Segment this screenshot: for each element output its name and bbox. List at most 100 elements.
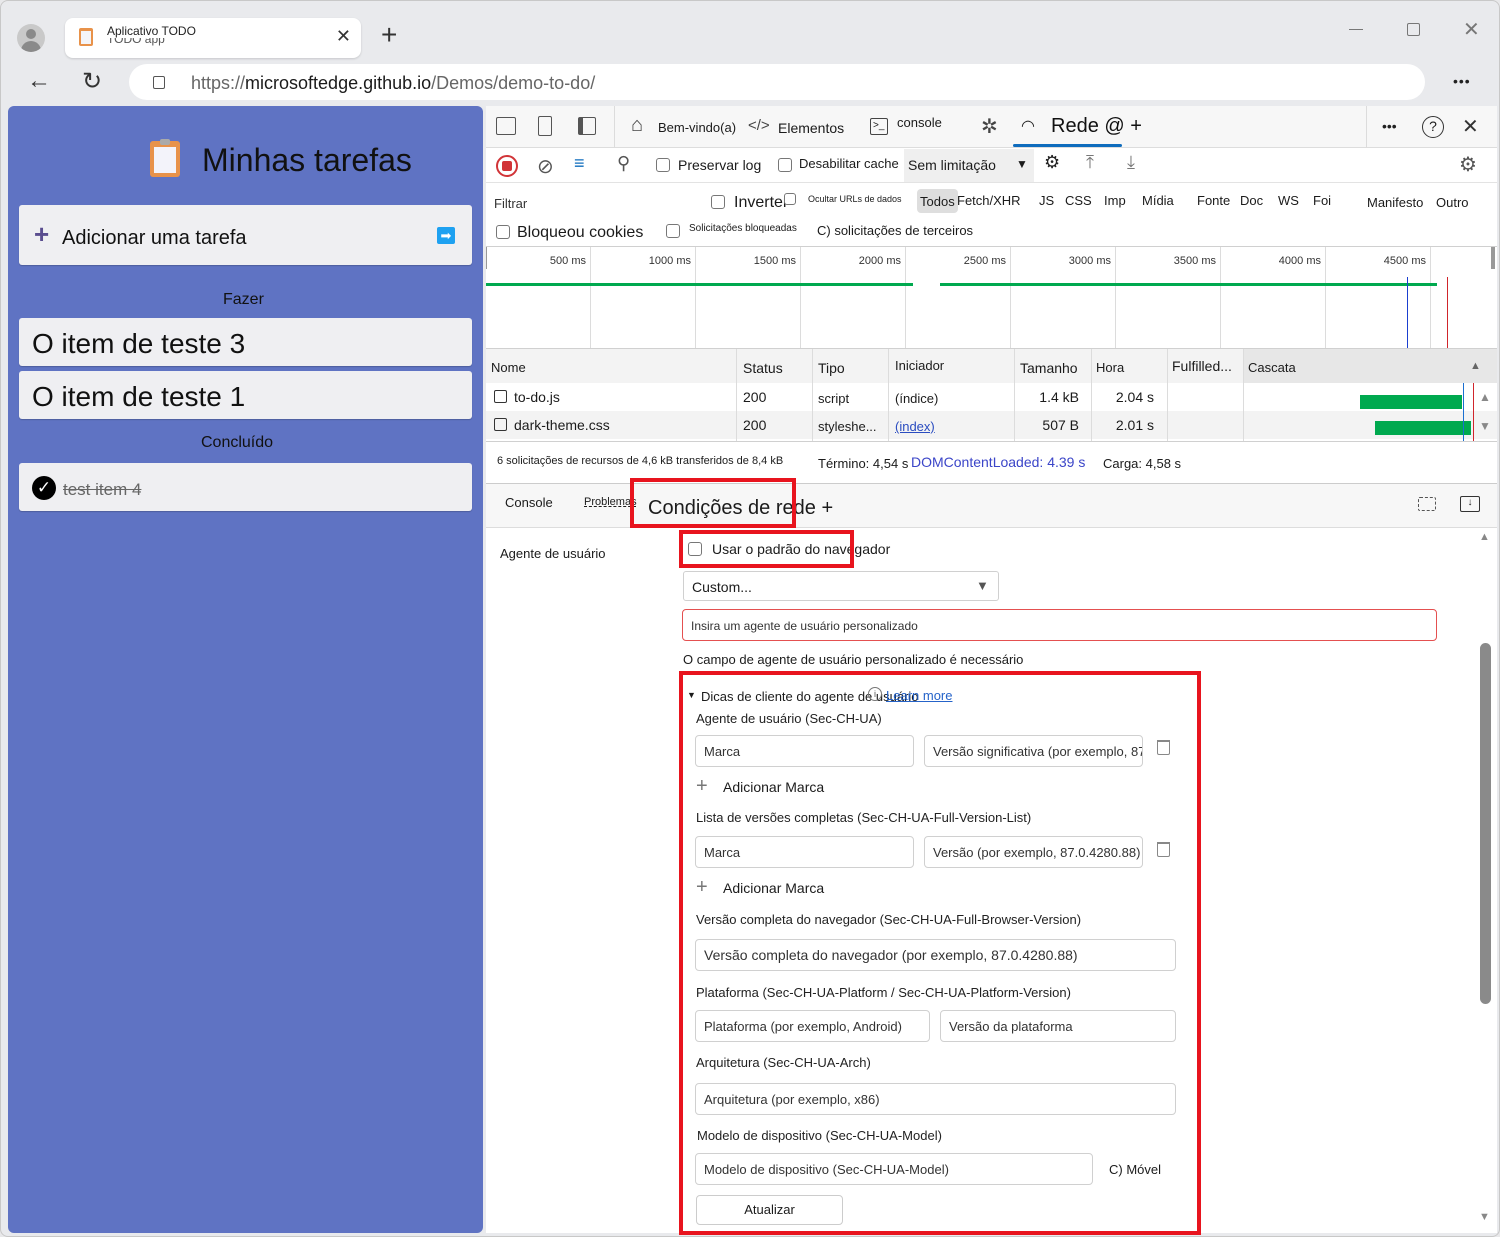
device-model-input[interactable]: Modelo de dispositivo (Sec-CH-UA-Model) bbox=[695, 1153, 1093, 1185]
add-task-input[interactable]: + Adicionar uma tarefa ➡ bbox=[19, 205, 472, 265]
hide-data-urls-checkbox[interactable] bbox=[784, 193, 796, 205]
browser-tab[interactable]: TODO app Aplicativo TODO ✕ bbox=[65, 18, 361, 58]
col-status[interactable]: Status bbox=[743, 360, 783, 376]
minimize-icon[interactable] bbox=[1349, 29, 1363, 30]
brand-input[interactable]: Marca bbox=[695, 836, 914, 868]
import-har-icon[interactable]: ⤒ bbox=[1086, 152, 1094, 173]
filter-type-ws[interactable]: WS bbox=[1278, 193, 1299, 208]
user-agent-select[interactable]: Custom... ▼ bbox=[683, 571, 999, 601]
platform-version-input[interactable]: Versão da plataforma bbox=[940, 1010, 1176, 1042]
address-bar[interactable]: https://microsoftedge.github.io/Demos/de… bbox=[129, 64, 1425, 100]
refresh-icon[interactable]: ↻ bbox=[82, 67, 102, 96]
dock-icon[interactable] bbox=[578, 117, 596, 135]
add-brand-button[interactable]: Adicionar Marca bbox=[723, 880, 824, 896]
delete-brand-icon[interactable] bbox=[1157, 740, 1170, 755]
use-default-checkbox[interactable] bbox=[688, 542, 702, 556]
network-conditions-icon[interactable]: ⚙ bbox=[1044, 152, 1060, 173]
col-name[interactable]: Nome bbox=[491, 360, 526, 375]
tab-welcome[interactable]: Bem-vindo(a) bbox=[658, 120, 736, 135]
scroll-up-icon[interactable]: ▲ bbox=[1479, 531, 1490, 543]
filter-type-media[interactable]: Mídia bbox=[1142, 193, 1174, 208]
export-har-icon[interactable]: ⤓ bbox=[1127, 152, 1135, 173]
update-button[interactable]: Atualizar bbox=[696, 1195, 843, 1225]
throttle-select[interactable]: Sem limitação ▼ bbox=[904, 149, 1034, 182]
inspect-icon[interactable] bbox=[496, 117, 516, 135]
filter-type-js[interactable]: JS bbox=[1039, 193, 1054, 208]
drawer-tab-issues[interactable]: Problemas bbox=[584, 496, 637, 508]
record-icon[interactable] bbox=[496, 155, 518, 177]
full-version-input[interactable]: Versão (por exemplo, 87.0.4280.88) bbox=[924, 836, 1143, 868]
filter-type-all[interactable]: Todos bbox=[917, 189, 958, 213]
drawer-tab-console[interactable]: Console bbox=[505, 495, 553, 510]
cell-initiator[interactable]: (index) bbox=[895, 419, 935, 434]
browser-menu-button[interactable]: ••• bbox=[1453, 73, 1471, 89]
filter-type-img[interactable]: Imp bbox=[1104, 193, 1126, 208]
done-item[interactable]: ✓ test item 4 bbox=[19, 463, 472, 511]
learn-more-link[interactable]: Learn more bbox=[886, 688, 952, 703]
sort-up-icon[interactable]: ▲ bbox=[1470, 360, 1481, 372]
back-icon[interactable]: ← bbox=[27, 67, 51, 95]
clear-icon[interactable]: ⊘ bbox=[537, 154, 554, 179]
third-party-label[interactable]: C) solicitações de terceiros bbox=[817, 223, 973, 238]
col-waterfall[interactable]: Cascata bbox=[1248, 360, 1296, 375]
scroll-down-icon[interactable]: ▼ bbox=[1479, 419, 1491, 433]
close-devtools-icon[interactable]: ✕ bbox=[1462, 114, 1479, 139]
profile-avatar[interactable] bbox=[17, 24, 45, 52]
invert-checkbox[interactable] bbox=[711, 195, 725, 209]
col-fulfilled[interactable]: Fulfilled... bbox=[1172, 358, 1232, 374]
tab-console[interactable]: console bbox=[897, 115, 942, 130]
add-brand-button[interactable]: Adicionar Marca bbox=[723, 779, 824, 795]
undock-drawer-icon[interactable] bbox=[1418, 497, 1436, 511]
full-browser-version-input[interactable]: Versão completa do navegador (por exempl… bbox=[695, 939, 1176, 971]
todo-item[interactable]: O item de teste 1 bbox=[19, 371, 472, 419]
help-icon[interactable]: ? bbox=[1422, 116, 1444, 138]
search-icon[interactable]: ⚲ bbox=[617, 153, 630, 174]
new-tab-button[interactable]: + bbox=[381, 19, 397, 51]
filter-type-other[interactable]: Outro bbox=[1436, 195, 1469, 210]
dock-drawer-icon[interactable]: ↓ bbox=[1460, 496, 1480, 512]
col-initiator[interactable]: Iniciador bbox=[895, 358, 944, 373]
col-size[interactable]: Tamanho bbox=[1020, 360, 1078, 376]
cell-initiator[interactable]: (índice) bbox=[895, 391, 938, 406]
col-type[interactable]: Tipo bbox=[818, 360, 845, 376]
todo-item[interactable]: O item de teste 3 bbox=[19, 318, 472, 366]
filter-type-fetch[interactable]: Fetch/XHR bbox=[957, 193, 1021, 208]
table-row[interactable]: to-do.js 200 script (índice) 1.4 kB 2.04 s bbox=[486, 383, 1497, 411]
blocked-requests-checkbox[interactable] bbox=[666, 224, 680, 238]
delete-brand-icon[interactable] bbox=[1157, 842, 1170, 857]
filter-type-css[interactable]: CSS bbox=[1065, 193, 1092, 208]
filter-icon[interactable]: ≡ bbox=[574, 153, 585, 174]
col-time[interactable]: Hora bbox=[1096, 360, 1124, 375]
settings-gear-icon[interactable]: ⚙ bbox=[1459, 152, 1477, 177]
filter-type-wasm[interactable]: Foi bbox=[1313, 193, 1331, 208]
custom-user-agent-input[interactable]: Insira um agente de usuário personalizad… bbox=[682, 609, 1437, 641]
architecture-input[interactable]: Arquitetura (por exemplo, x86) bbox=[695, 1083, 1176, 1115]
filter-type-doc[interactable]: Doc bbox=[1240, 193, 1263, 208]
tab-elements[interactable]: Elementos bbox=[778, 120, 844, 136]
disable-cache-checkbox[interactable] bbox=[778, 158, 792, 172]
preserve-log-checkbox[interactable] bbox=[656, 158, 670, 172]
filter-type-manifest[interactable]: Manifesto bbox=[1367, 195, 1423, 210]
filter-type-font[interactable]: Fonte bbox=[1197, 193, 1230, 208]
more-options-icon[interactable]: ••• bbox=[1382, 118, 1397, 134]
device-emulation-icon[interactable] bbox=[538, 116, 552, 136]
close-tab-icon[interactable]: ✕ bbox=[336, 26, 351, 47]
blocked-cookies-checkbox[interactable] bbox=[496, 225, 510, 239]
filter-input[interactable]: Filtrar bbox=[488, 189, 693, 215]
scroll-up-icon[interactable]: ▲ bbox=[1479, 390, 1491, 404]
drawer-tab-network-conditions[interactable]: Condições de rede + bbox=[648, 497, 834, 520]
close-window-icon[interactable]: ✕ bbox=[1463, 17, 1480, 42]
table-row[interactable]: dark-theme.css 200 styleshe... (index) 507 B… bbox=[486, 411, 1497, 439]
brand-input[interactable]: Marca bbox=[695, 735, 914, 767]
platform-input[interactable]: Plataforma (por exemplo, Android) bbox=[695, 1010, 930, 1042]
mobile-checkbox-label[interactable]: C) Móvel bbox=[1109, 1162, 1161, 1177]
submit-arrow-icon[interactable]: ➡ bbox=[437, 227, 455, 244]
significant-version-input[interactable]: Versão significativa (por exemplo, 87) bbox=[924, 735, 1143, 767]
checkmark-icon[interactable]: ✓ bbox=[32, 476, 56, 500]
hints-expand-icon[interactable]: ▼ bbox=[687, 690, 696, 700]
tab-network[interactable]: Rede @ + bbox=[1051, 115, 1142, 138]
drawer-scrollbar[interactable] bbox=[1480, 643, 1491, 1004]
timeline-overview[interactable]: 500 ms 1000 ms 1500 ms 2000 ms 2500 ms 3000 m… bbox=[486, 247, 1489, 348]
scroll-down-icon[interactable]: ▼ bbox=[1479, 1211, 1490, 1223]
maximize-icon[interactable] bbox=[1407, 23, 1420, 36]
